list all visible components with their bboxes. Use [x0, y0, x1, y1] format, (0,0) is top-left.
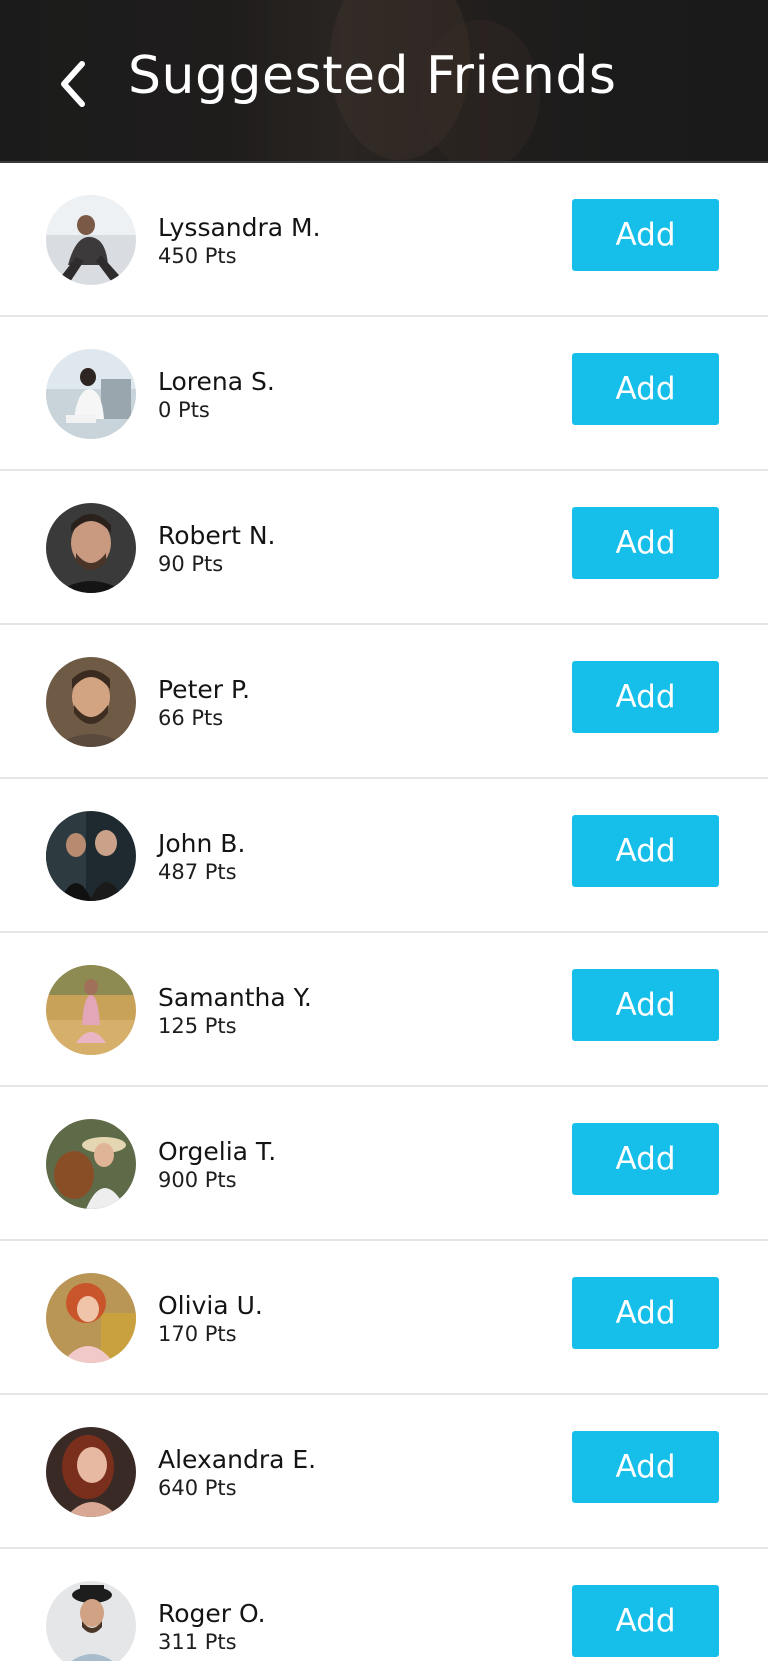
add-friend-button[interactable]: Add: [572, 1585, 719, 1657]
avatar: [46, 1581, 136, 1661]
app-header: Suggested Friends: [0, 0, 768, 163]
avatar: [46, 657, 136, 747]
list-item: Alexandra E. 640 Pts Add: [0, 1395, 768, 1549]
friend-name: Samantha Y.: [158, 983, 312, 1012]
friend-name: Lorena S.: [158, 367, 275, 396]
avatar: [46, 503, 136, 593]
avatar: [46, 1119, 136, 1209]
add-friend-button[interactable]: Add: [572, 1277, 719, 1349]
add-friend-button[interactable]: Add: [572, 199, 719, 271]
friend-points: 450 Pts: [158, 244, 237, 268]
suggested-friends-list: Lyssandra M. 450 Pts Add Lorena S. 0 Pts…: [0, 163, 768, 1661]
add-friend-button[interactable]: Add: [572, 661, 719, 733]
chevron-left-icon: [61, 61, 85, 107]
friend-points: 640 Pts: [158, 1476, 237, 1500]
list-item: Lyssandra M. 450 Pts Add: [0, 163, 768, 317]
friend-name: Orgelia T.: [158, 1137, 277, 1166]
friend-points: 66 Pts: [158, 706, 224, 730]
add-friend-button[interactable]: Add: [572, 1431, 719, 1503]
friend-points: 0 Pts: [158, 398, 210, 422]
add-friend-button[interactable]: Add: [572, 1123, 719, 1195]
avatar: [46, 349, 136, 439]
friend-name: Robert N.: [158, 521, 276, 550]
friend-points: 170 Pts: [158, 1322, 237, 1346]
list-item: Roger O. 311 Pts Add: [0, 1549, 768, 1661]
friend-name: John B.: [158, 829, 246, 858]
list-item: Lorena S. 0 Pts Add: [0, 317, 768, 471]
friend-name: Peter P.: [158, 675, 251, 704]
back-button[interactable]: [52, 54, 96, 114]
avatar: [46, 965, 136, 1055]
avatar: [46, 195, 136, 285]
friend-name: Lyssandra M.: [158, 213, 321, 242]
add-friend-button[interactable]: Add: [572, 353, 719, 425]
list-item: Samantha Y. 125 Pts Add: [0, 933, 768, 1087]
friend-points: 90 Pts: [158, 552, 224, 576]
list-item: John B. 487 Pts Add: [0, 779, 768, 933]
friend-points: 900 Pts: [158, 1168, 237, 1192]
friend-name: Alexandra E.: [158, 1445, 317, 1474]
add-friend-button[interactable]: Add: [572, 815, 719, 887]
friend-name: Olivia U.: [158, 1291, 263, 1320]
page-title: Suggested Friends: [128, 46, 617, 106]
list-item: Orgelia T. 900 Pts Add: [0, 1087, 768, 1241]
add-friend-button[interactable]: Add: [572, 507, 719, 579]
list-item: Robert N. 90 Pts Add: [0, 471, 768, 625]
friend-points: 487 Pts: [158, 860, 237, 884]
list-item: Peter P. 66 Pts Add: [0, 625, 768, 779]
friend-points: 125 Pts: [158, 1014, 237, 1038]
friend-name: Roger O.: [158, 1599, 266, 1628]
list-item: Olivia U. 170 Pts Add: [0, 1241, 768, 1395]
friend-points: 311 Pts: [158, 1630, 237, 1654]
add-friend-button[interactable]: Add: [572, 969, 719, 1041]
avatar: [46, 1273, 136, 1363]
avatar: [46, 811, 136, 901]
avatar: [46, 1427, 136, 1517]
